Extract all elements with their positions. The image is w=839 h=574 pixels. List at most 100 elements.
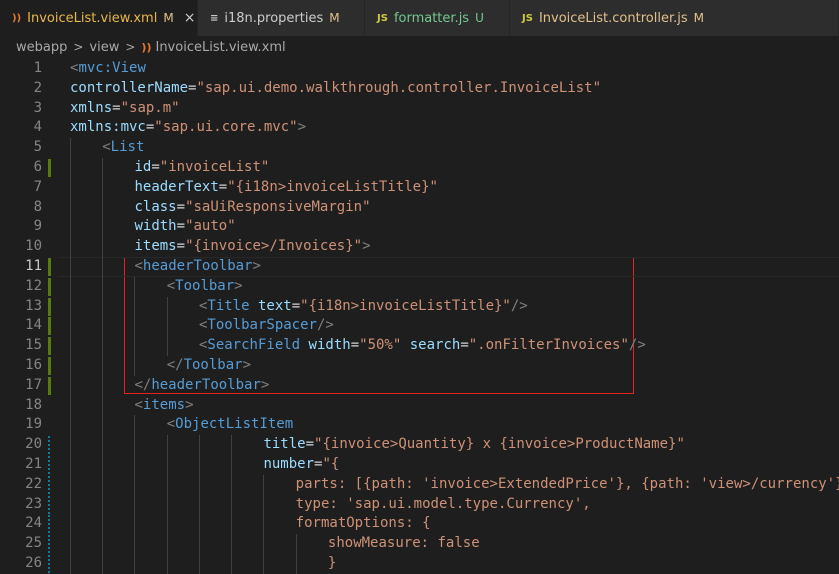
indent-guide: [102, 158, 104, 178]
indent-guide: [70, 356, 71, 376]
indent-guide: [102, 435, 104, 455]
code-token: width: [134, 218, 177, 235]
code-line: 22 parts: [{path: 'invoice>ExtendedPrice'…: [0, 474, 839, 495]
code-text: formatOptions: {: [296, 514, 431, 534]
gutter-modified-marker: [48, 258, 51, 276]
code-token: search: [409, 337, 461, 354]
breadcrumb-item[interactable]: view: [89, 40, 119, 55]
line-number: 25: [25, 535, 42, 552]
tab-label: formatter.js: [393, 10, 470, 26]
line-number: 3: [33, 99, 42, 116]
indent-guide: [134, 455, 136, 475]
indent-guide: [102, 494, 104, 515]
indent-guide: [231, 455, 233, 475]
code-token: mvc:View: [78, 60, 146, 76]
indent-guide: [231, 514, 233, 535]
gutter-modified-marker: [48, 277, 51, 296]
indent-guide: [102, 336, 104, 356]
code-line: 15 <SearchField width="50%" search=".onFi…: [0, 336, 839, 356]
tab-formatter-js[interactable]: JS formatter.js U: [365, 0, 510, 36]
tab-invoicelist-controller-js[interactable]: JS InvoiceList.controller.js M: [510, 0, 839, 36]
code-text: <items>: [134, 396, 193, 416]
code-token: "50%": [359, 337, 402, 354]
indent-guide: [102, 375, 104, 396]
indent-guide: [102, 276, 104, 297]
line-number: 23: [25, 495, 42, 512]
code-text: showMeasure: false: [328, 534, 480, 554]
code-editor[interactable]: 1 < mvc:View 2 controllerName = "sap.ui.demo.w…: [0, 58, 839, 574]
code-line: 26}: [0, 554, 839, 574]
gutter-added-marker: [48, 555, 50, 573]
indent-guide: [134, 296, 136, 317]
indent-guide: [102, 237, 104, 257]
code-token: =: [305, 436, 315, 453]
breadcrumb-item[interactable]: InvoiceList.view.xml: [155, 40, 285, 55]
code-token: =: [460, 337, 469, 354]
line-number: 15: [25, 337, 42, 354]
line-number: 1: [33, 60, 42, 76]
indent-guide: [102, 197, 104, 218]
code-line: 11 <headerToolbar>: [0, 257, 839, 277]
gutter-added-marker: [48, 535, 50, 554]
code-token: <: [134, 396, 143, 413]
code-token: parts: [{path: 'invoice>ExtendedPrice'},…: [295, 475, 839, 492]
indent-guide: [70, 296, 71, 317]
code-token: "sap.ui.demo.walkthrough.controller.Invo…: [196, 79, 602, 96]
indent-guide: [263, 514, 265, 535]
code-token: id: [134, 159, 152, 175]
indent-guide: [102, 395, 104, 416]
code-line: 25 showMeasure: false: [0, 534, 839, 554]
code-text: title="{invoice>Quantity} x {invoice>Pro…: [263, 435, 684, 455]
close-icon[interactable]: ×: [184, 10, 196, 26]
indent-guide: [70, 276, 71, 297]
code-token: <: [134, 258, 143, 274]
code-line: 3 xmlns="sap.m": [0, 99, 839, 119]
indent-guide: [70, 494, 71, 515]
js-icon: JS: [377, 12, 388, 24]
code-token: </: [134, 376, 152, 393]
indent-guide: [70, 554, 71, 574]
gutter-added-marker: [48, 475, 50, 494]
code-token: </: [166, 357, 184, 373]
code-token: =: [176, 238, 186, 255]
code-token: number: [263, 456, 315, 472]
gutter-modified-marker: [48, 337, 51, 356]
code-text: id="invoiceList": [134, 158, 269, 178]
git-status-badge: U: [475, 11, 484, 25]
code-token: "sap.m": [120, 99, 180, 116]
indent-guide: [166, 474, 168, 495]
indent-guide: [295, 554, 297, 574]
indent-guide: [102, 534, 104, 554]
line-number: 2: [33, 79, 42, 96]
indent-guide: [102, 316, 104, 337]
breadcrumb-item[interactable]: webapp: [16, 40, 67, 55]
indent-guide: [134, 474, 136, 495]
indent-guide: [198, 474, 200, 495]
code-token: controllerName: [70, 79, 189, 96]
indent-guide: [263, 474, 265, 495]
gutter-added-marker: [48, 456, 50, 474]
indent-guide: [134, 415, 136, 436]
code-token: <: [166, 277, 176, 294]
code-line: 14 <ToolbarSpacer/>: [0, 316, 839, 337]
code-text: type: 'sap.ui.model.type.Currency',: [296, 495, 591, 515]
gutter-modified-marker: [48, 297, 51, 316]
code-line: 4 xmlns:mvc="sap.ui.core.mvc">: [0, 118, 839, 138]
editor-tab-bar: )) InvoiceList.view.xml M × ≡ i18n.properties…: [0, 0, 839, 36]
code-text: <Title text="{i18n>invoiceListTitle}"/>: [199, 297, 528, 317]
indent-guide: [198, 455, 200, 475]
tab-i18n-properties[interactable]: ≡ i18n.properties M: [198, 0, 365, 36]
code-line: 23 type: 'sap.ui.model.type.Currency',: [0, 494, 839, 515]
tab-label: InvoiceList.controller.js: [538, 10, 688, 26]
tab-invoicelist-view-xml[interactable]: )) InvoiceList.view.xml M ×: [0, 0, 198, 36]
indent-guide: [70, 217, 71, 238]
code-text: class="saUiResponsiveMargin": [134, 198, 370, 218]
indent-guide: [134, 494, 136, 515]
chevron-right-icon: >: [125, 40, 136, 54]
indent-guide: [102, 356, 104, 376]
code-token: />: [316, 317, 334, 334]
code-token: ToolbarSpacer: [207, 317, 317, 334]
code-token: type: 'sap.ui.model.type.Currency',: [295, 495, 591, 512]
code-token: >: [252, 258, 261, 274]
